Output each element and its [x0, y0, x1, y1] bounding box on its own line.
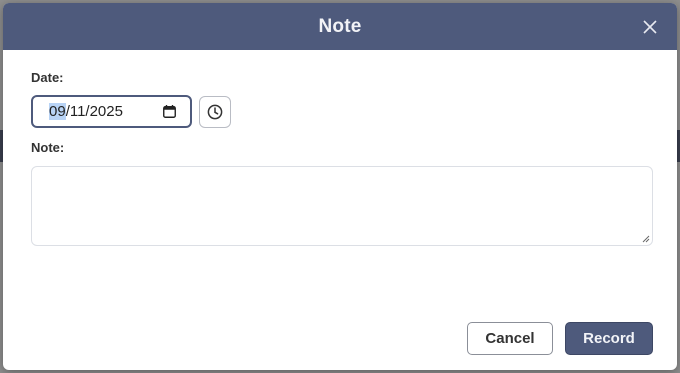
modal-title: Note: [318, 15, 362, 37]
modal-body: Date: 09 /11/2025 Note:: [3, 50, 677, 246]
modal-header: Note: [3, 3, 677, 50]
modal-footer: Cancel Record: [467, 322, 653, 355]
date-value: 09 /11/2025: [49, 103, 162, 120]
note-textarea[interactable]: [31, 166, 653, 246]
note-label: Note:: [31, 140, 65, 155]
note-modal: Note Date: 09 /11/2025 Note: Cancel Reco…: [3, 3, 677, 370]
date-input[interactable]: 09 /11/2025: [31, 95, 192, 128]
date-day-year-segment[interactable]: /11/2025: [66, 103, 123, 120]
clock-icon: [207, 104, 223, 119]
record-button[interactable]: Record: [565, 322, 653, 355]
time-picker-button[interactable]: [199, 95, 231, 128]
calendar-icon[interactable]: [162, 105, 176, 119]
date-row: 09 /11/2025: [31, 95, 653, 128]
cancel-button[interactable]: Cancel: [467, 322, 553, 355]
date-month-segment[interactable]: 09: [49, 103, 66, 120]
resize-grip-icon[interactable]: [642, 235, 650, 243]
date-label: Date:: [31, 70, 64, 85]
close-icon: [643, 20, 657, 34]
close-button[interactable]: [639, 16, 661, 38]
